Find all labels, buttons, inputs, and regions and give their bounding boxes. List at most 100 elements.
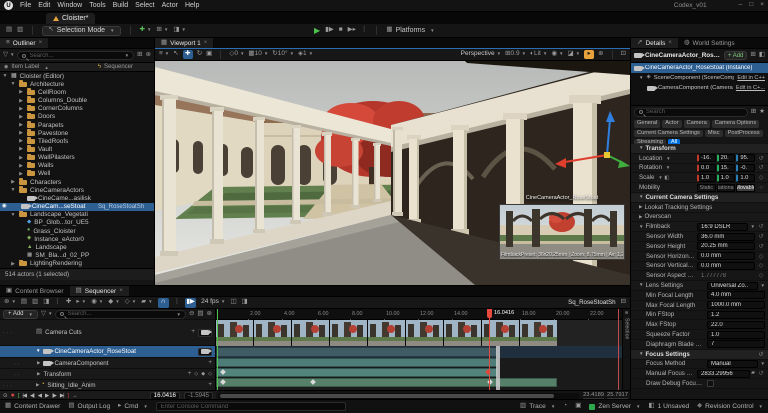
next-key-icon[interactable]: ◇ (208, 372, 212, 377)
track-filter-icon[interactable]: ▽▼ (41, 311, 52, 318)
jump-to-end-button[interactable]: ▶| (60, 393, 64, 399)
viewmode-extra-icon[interactable]: ◪▼ (567, 51, 580, 58)
close-button[interactable]: × (760, 2, 764, 9)
expander-icon[interactable]: ▶ (18, 163, 24, 169)
details-tab[interactable]: ↗ Details × (631, 38, 678, 48)
outliner-row[interactable]: ▶Doors (0, 113, 154, 121)
expander-icon[interactable]: ▶ (18, 146, 24, 152)
save-icon[interactable]: ▤ (6, 27, 12, 34)
notifications-icon[interactable]: ◔ (563, 403, 567, 410)
view-options-icon[interactable]: ◉▼ (91, 299, 103, 306)
camera-lock-button[interactable] (198, 348, 212, 356)
clapper-icon[interactable]: ◨ (241, 299, 247, 306)
reset-icon[interactable]: ↺ (757, 155, 765, 162)
camera-component-section-bar[interactable] (216, 358, 498, 367)
property-lens-settings[interactable]: ▼Lens SettingsUniversal Zo..▼ (631, 281, 768, 291)
perspective-dropdown[interactable]: Perspective▼ (461, 51, 501, 58)
add-component-button[interactable]: + Add (724, 51, 748, 60)
track-gutter-icons[interactable]: ◦◦◦ (3, 349, 33, 354)
close-tab-icon[interactable]: × (668, 40, 672, 46)
transform-section-bar[interactable] (216, 368, 498, 377)
outliner-row[interactable]: ▼CineCameraActors (0, 186, 154, 194)
property-min-fstop[interactable]: Min FStop1.2 (631, 311, 768, 321)
maximize-viewport-icon[interactable]: ⊡ (621, 51, 626, 58)
revision-control-dropdown[interactable]: ◆ Revision Control ▼ (697, 403, 763, 410)
range-end-bracket-icon[interactable]: ] (68, 393, 69, 399)
track-search[interactable]: ▼ (55, 310, 185, 319)
timeline-scrollbar[interactable] (218, 393, 580, 399)
outliner-column-header[interactable]: ◉ Item Label ▲ ϟ Sequencer (0, 62, 154, 72)
outliner-row-selected[interactable]: ◉CineCam...seStoatSq_RoseStoatSh (0, 203, 154, 211)
add-track-button[interactable]: + Add▼ (3, 310, 38, 319)
zen-server-dropdown[interactable]: Zen Server ▼ (589, 403, 640, 410)
add-key-icon[interactable]: + (188, 371, 192, 378)
edit-in-cpp-link[interactable]: Edit in C+... (736, 85, 765, 91)
section-overscan[interactable]: ▶Overscan (631, 213, 768, 223)
menu-tools[interactable]: Tools (89, 2, 105, 9)
section-resize-handle[interactable] (496, 346, 500, 390)
details-lock-icon[interactable]: ◧ (759, 52, 765, 59)
expander-icon[interactable]: ▶ (10, 179, 16, 185)
viewport-settings-icon[interactable]: ⊛ (598, 51, 603, 58)
expander-icon[interactable]: ▼ (10, 81, 16, 87)
favorites-icon[interactable]: ★ (759, 109, 765, 116)
reset-icon[interactable]: ↺ (757, 351, 765, 358)
details-search-input[interactable] (646, 108, 743, 116)
expander-icon[interactable]: ▼ (639, 76, 643, 81)
property-location[interactable]: Location ▼-16.20.95.↺ (631, 154, 768, 164)
sequence-breadcrumb[interactable]: Sq_RoseStoatSh (568, 299, 615, 306)
section-lookat-tracking[interactable]: ▶Lookat Tracking Settings (631, 203, 768, 213)
column-item-label[interactable]: Item Label (11, 64, 39, 70)
menu-select[interactable]: Select (135, 2, 154, 9)
menu-file[interactable]: File (20, 2, 31, 9)
view-mode-dropdown[interactable]: ◐ Lit▼ (530, 51, 547, 58)
track-transform[interactable]: ◦◦ ▶ Transform + ◇ ◆ ◇ (0, 369, 215, 380)
track-search-input[interactable] (67, 310, 171, 318)
outliner-row[interactable]: ▶WallPilasters (0, 154, 154, 162)
import-icon[interactable]: ▥ (17, 27, 23, 34)
details-search[interactable] (634, 108, 748, 117)
visibility-eye-icon[interactable]: ◉ (2, 204, 7, 210)
view-range-end[interactable]: 25.7917 (607, 392, 628, 399)
save-sequence-icon[interactable]: ▤ (21, 299, 27, 306)
outliner-row[interactable]: ▶LightingRendering (0, 260, 154, 268)
outliner-row[interactable]: ▼▦Cloister (Editor) (0, 72, 154, 80)
blueprint-edit-icon[interactable]: ⊞ (750, 52, 755, 59)
outliner-row[interactable]: ●Grass_Cloister (0, 227, 154, 235)
edit-options-icon[interactable]: ▸▼ (76, 299, 86, 306)
outliner-row[interactable]: ▶Walls (0, 162, 154, 170)
timeline-ruler[interactable]: 2.00 4.00 6.00 8.00 10.00 12.00 14.00 18… (216, 309, 622, 320)
content-browser-tab[interactable]: ▣ Content Browser (0, 286, 70, 296)
filmback-preset-dropdown[interactable]: 16:9 DSLR (697, 223, 748, 231)
visibility-column-icon[interactable]: ◉ (4, 65, 8, 70)
step-back-button[interactable]: ◀| (30, 393, 34, 399)
filter-chip-all[interactable]: All (668, 139, 680, 144)
expander-icon[interactable]: ▶ (18, 114, 24, 120)
focus-method-dropdown[interactable]: Manual (707, 360, 758, 368)
outliner-row[interactable]: ▶Well (0, 170, 154, 178)
property-max-fstop[interactable]: Max FStop22.0 (631, 320, 768, 330)
snap-options-icon[interactable]: ⋮ (174, 299, 181, 306)
camera-speed-control[interactable]: ⊞ 0.9▼ (505, 51, 526, 58)
viewport-scene[interactable]: CineCameraActor_RoseStoat (155, 61, 630, 285)
property-focus-method[interactable]: Focus MethodManual▼ (631, 360, 768, 370)
property-draw-debug-focus-plane[interactable]: Draw Debug Focus Plane (631, 379, 768, 389)
rotate-tool-icon[interactable]: ↻ (197, 51, 202, 58)
outliner-search-input[interactable] (29, 52, 119, 60)
component-row-camera[interactable]: CameraComponent (CameraComponent) Edit i… (631, 83, 768, 93)
filter-chip[interactable]: Camera Options (712, 120, 759, 128)
track-gutter-icons[interactable]: ◦◦◦ (3, 383, 33, 388)
outliner-row[interactable]: ▶Pavestone (0, 129, 154, 137)
expander-icon[interactable]: ▼ (10, 212, 16, 218)
expander-icon[interactable]: ▶ (18, 122, 24, 128)
outliner-row[interactable]: ◈Instance_eActor0 (0, 235, 154, 243)
filter-chip[interactable]: Misc (705, 130, 723, 138)
scrollbar-thumb[interactable] (220, 394, 554, 398)
scale-tool-icon[interactable]: ▣ (206, 51, 212, 58)
add-actor-icon[interactable]: ✚▼ (140, 27, 152, 34)
view-range-start[interactable]: 23.4189 (583, 392, 604, 399)
reset-icon[interactable]: ↺ (757, 223, 765, 230)
maximize-button[interactable]: □ (749, 2, 753, 9)
add-keyframe-icon[interactable]: ◆ (201, 372, 205, 377)
stop-button[interactable]: ■ (339, 27, 343, 34)
